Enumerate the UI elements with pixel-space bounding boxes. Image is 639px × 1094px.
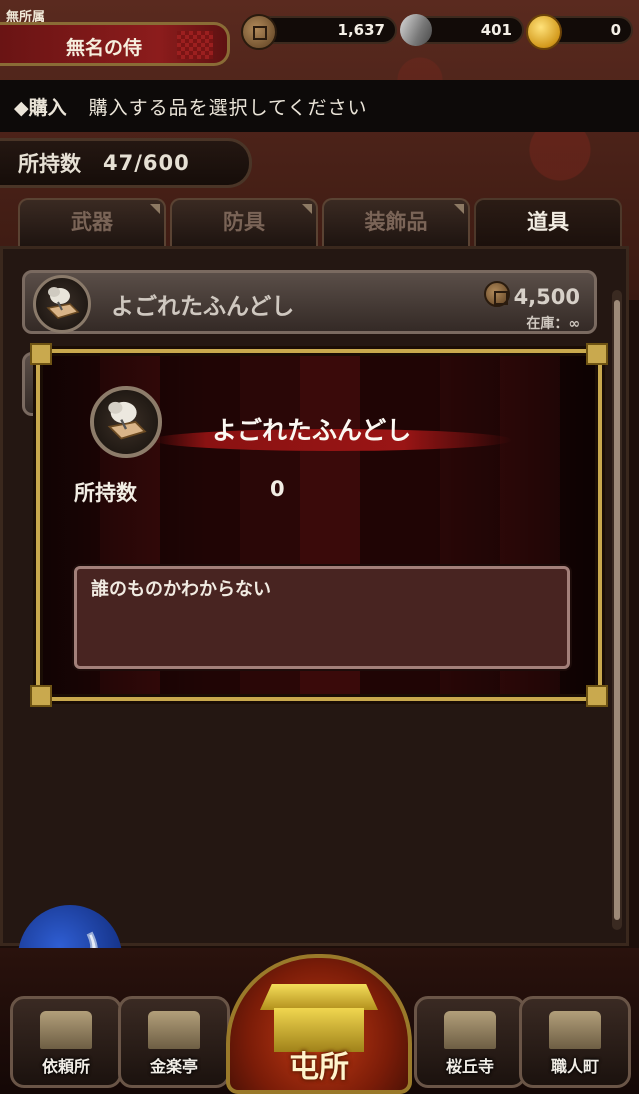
fundoshi-icon	[90, 386, 162, 458]
silver-ingot-icon	[395, 9, 437, 51]
nav-label: 依頼所	[41, 1057, 90, 1076]
tab-label: 武器	[71, 210, 113, 234]
category-tabs: 武器 防具 装飾品 道具	[18, 198, 622, 250]
temple-icon	[444, 1011, 496, 1049]
currency-value: 1,637	[337, 21, 385, 39]
copper-coin-icon	[241, 14, 277, 50]
tab-armor[interactable]: 防具	[170, 198, 318, 246]
frame-corner-ornament	[586, 685, 608, 707]
checker-pattern	[177, 31, 213, 59]
frame-corner-ornament	[30, 685, 52, 707]
description-box: 誰のものかわからない	[74, 566, 570, 669]
holdings-value: 47/600	[103, 151, 190, 175]
nav-kinrakutei[interactable]: 金楽亭	[118, 996, 230, 1088]
currency-value: 401	[480, 21, 512, 39]
holdings-label: 所持数	[18, 152, 81, 176]
barracks-icon	[260, 984, 378, 1010]
instruction-message: 購入する品を選択してください	[88, 96, 368, 119]
player-name-plate[interactable]: 無名の侍	[0, 22, 230, 66]
item-price: 4,500	[483, 281, 580, 309]
list-item[interactable]: よごれたふんどし 4,500 在庫：∞	[22, 270, 597, 334]
nav-label: 桜丘寺	[445, 1057, 494, 1076]
tab-label: 防具	[223, 210, 265, 234]
player-name: 無名の侍	[66, 37, 143, 59]
modal-item-title: よごれたふんどし	[212, 416, 412, 445]
scrollbar-thumb[interactable]	[614, 300, 620, 920]
tab-corner-ornament	[302, 204, 312, 214]
kinrakutei-icon	[148, 1011, 200, 1049]
frame-corner-ornament	[586, 343, 608, 365]
tab-corner-ornament	[150, 204, 160, 214]
tab-corner-ornament	[454, 204, 464, 214]
tab-label: 道具	[527, 210, 569, 234]
currency-silver: 401	[395, 9, 524, 51]
nav-request-office[interactable]: 依頼所	[10, 996, 122, 1088]
price-value: 4,500	[513, 285, 580, 309]
item-description: 誰のものかわからない	[91, 579, 271, 600]
currency-copper: 1,637	[241, 14, 397, 50]
nav-temple[interactable]: 桜丘寺	[414, 996, 526, 1088]
nav-craftsman-town[interactable]: 職人町	[519, 996, 631, 1088]
item-detail-modal[interactable]: よごれたふんどし 所持数 0 誰のものかわからない	[30, 343, 608, 707]
currency-value: 0	[610, 21, 621, 39]
fundoshi-icon	[33, 275, 91, 333]
tab-label: 装飾品	[364, 210, 428, 234]
tab-accessories[interactable]: 装飾品	[322, 198, 470, 246]
nav-label: 屯所	[289, 1050, 349, 1085]
tab-weapons[interactable]: 武器	[18, 198, 166, 246]
purchase-label: ◆購入	[14, 96, 67, 119]
top-bar: 無所属 無名の侍 1,637 401 0	[0, 0, 639, 70]
owned-value: 0	[270, 477, 285, 501]
craftsman-town-icon	[549, 1011, 601, 1049]
nav-label: 金楽亭	[149, 1057, 198, 1076]
currency-gold: 0	[526, 14, 633, 50]
request-office-icon	[40, 1011, 92, 1049]
tab-items[interactable]: 道具	[474, 198, 622, 250]
nav-label: 職人町	[550, 1057, 599, 1076]
instruction-bar: ◆購入 購入する品を選択してください	[0, 80, 639, 132]
item-name: よごれたふんどし	[111, 294, 295, 320]
item-stock: 在庫：∞	[526, 316, 580, 332]
copper-coin-icon	[483, 281, 510, 307]
holdings-counter: 所持数 47/600	[0, 138, 252, 188]
owned-label: 所持数	[74, 481, 137, 505]
frame-corner-ornament	[30, 343, 52, 365]
gold-coin-icon	[526, 14, 562, 50]
